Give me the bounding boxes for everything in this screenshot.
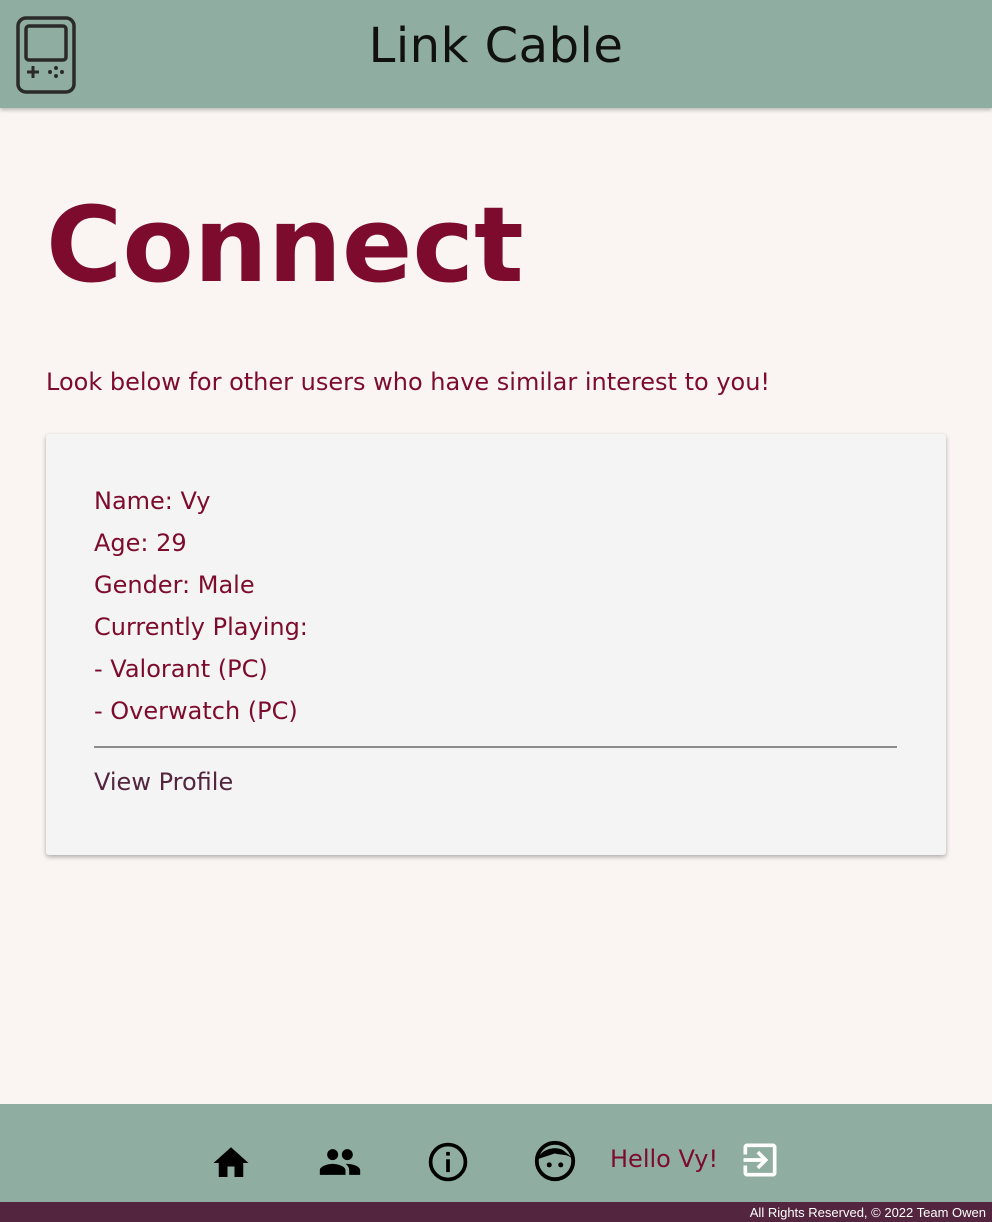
people-icon[interactable] <box>316 1140 364 1184</box>
page-title: Connect <box>46 184 524 306</box>
home-icon[interactable] <box>210 1142 252 1184</box>
site-header: Link Cable <box>0 0 992 108</box>
copyright-bar: All Rights Reserved, © 2022 Team Owen <box>0 1202 992 1222</box>
footer-nav: Hello Vy! <box>0 1104 992 1202</box>
logout-icon[interactable] <box>738 1138 782 1182</box>
card-divider <box>94 746 897 748</box>
user-card: Name: Vy Age: 29 Gender: Male Currently … <box>46 434 946 855</box>
site-title: Link Cable <box>368 18 624 74</box>
intro-text: Look below for other users who have simi… <box>46 368 771 396</box>
user-age: Age: 29 <box>94 529 187 557</box>
user-name: Name: Vy <box>94 487 211 515</box>
currently-playing-label: Currently Playing: <box>94 613 308 641</box>
user-details: Name: Vy Age: 29 Gender: Male Currently … <box>94 484 308 736</box>
view-profile-link[interactable]: View Profile <box>94 768 233 796</box>
user-gender: Gender: Male <box>94 571 255 599</box>
game-item: - Valorant (PC) <box>94 655 268 683</box>
info-icon[interactable] <box>426 1140 470 1184</box>
copyright-text: All Rights Reserved, © 2022 Team Owen <box>749 1205 986 1220</box>
game-item: - Overwatch (PC) <box>94 697 298 725</box>
greeting-text: Hello Vy! <box>610 1145 719 1173</box>
face-icon[interactable] <box>532 1138 578 1184</box>
